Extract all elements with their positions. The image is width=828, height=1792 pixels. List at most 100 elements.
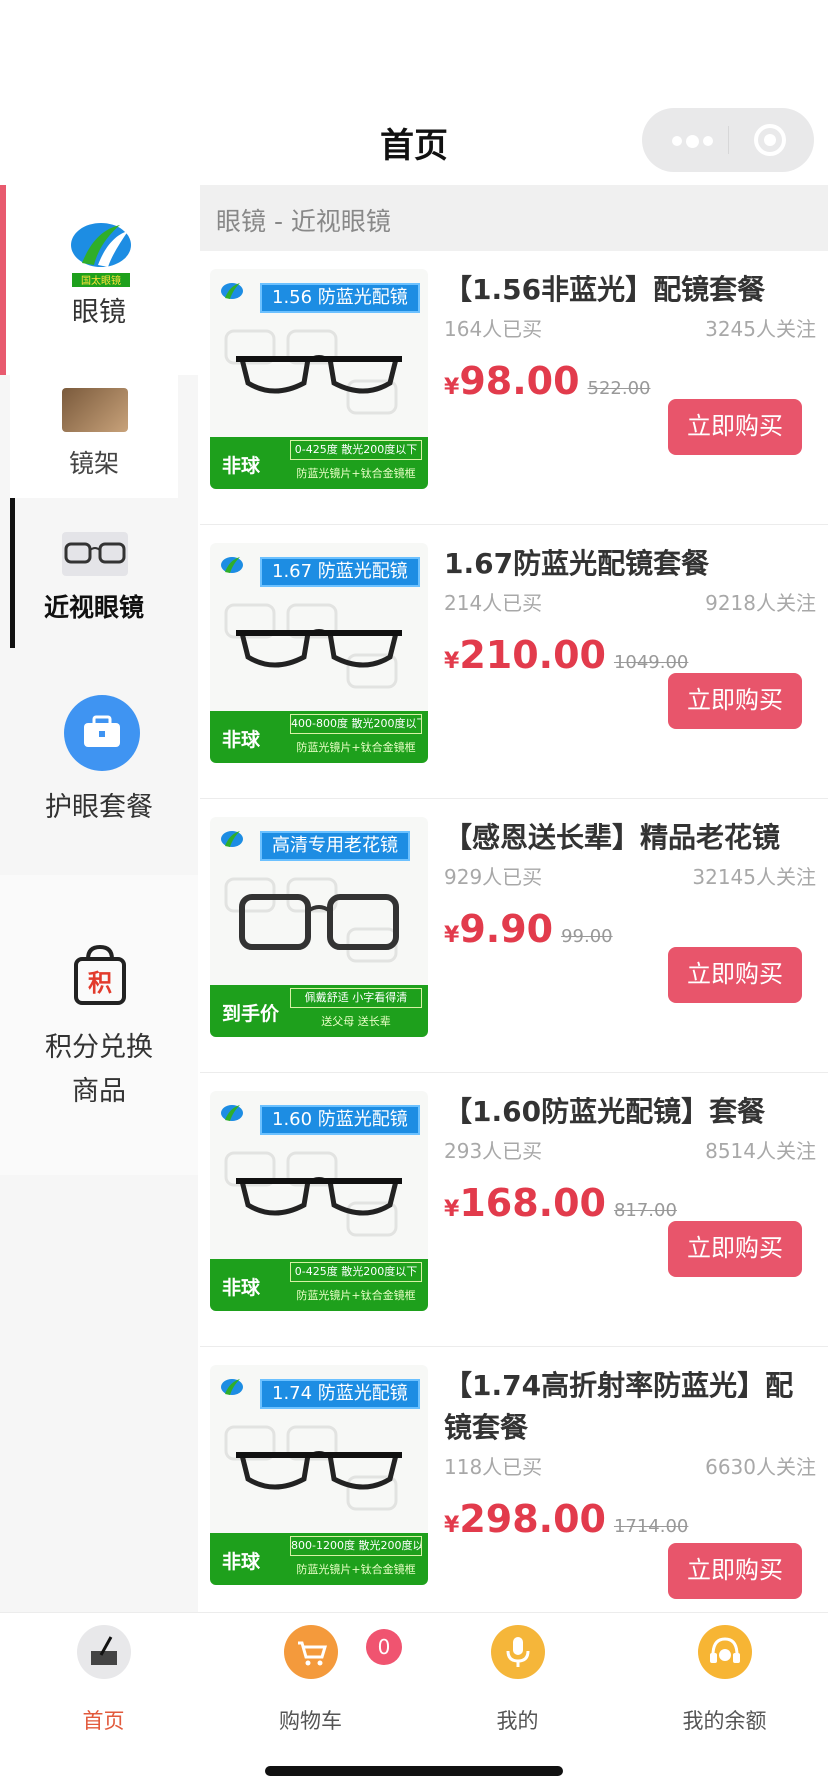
sidebar-item-frames[interactable]: 镜架 — [10, 348, 178, 498]
product-card[interactable]: 1.67 防蓝光配镜 非球 400-800度 散光200度以下 防蓝光镜片+钛合… — [200, 525, 828, 799]
frames-thumbnail — [62, 388, 128, 432]
product-sold-count: 214人已买 — [444, 591, 543, 615]
sidebar-label-points-line2: 商品 — [72, 1076, 126, 1107]
category-sidebar: 国太眼镜 眼镜 镜架 近视眼镜 护眼套餐 积 积分兑换 商品 — [0, 185, 198, 1612]
sidebar-label-points-line1: 积分兑换 — [45, 1032, 153, 1063]
home-indicator — [265, 1766, 563, 1776]
sidebar-item-myopia-glasses[interactable]: 近视眼镜 — [10, 498, 178, 648]
sidebar-label-care-package: 护眼套餐 — [45, 792, 153, 823]
product-image-badge: 高清专用老花镜 — [260, 831, 410, 861]
navigation-bar: 首页 — [0, 0, 828, 185]
product-sold-count: 164人已买 — [444, 317, 543, 341]
product-image-stripe-tag: 非球 — [222, 455, 261, 477]
buy-now-button[interactable]: 立即购买 — [668, 947, 802, 1003]
product-title[interactable]: 【1.60防蓝光配镜】套餐 — [444, 1091, 820, 1133]
toolbox-icon — [64, 695, 140, 771]
currency-symbol: ¥ — [444, 1513, 460, 1538]
mini-program-capsule[interactable] — [642, 108, 814, 172]
product-title[interactable]: 1.67防蓝光配镜套餐 — [444, 543, 820, 585]
myopia-glasses-thumbnail — [62, 532, 128, 576]
product-follow-count: 8514人关注 — [705, 1139, 816, 1163]
tab-mine[interactable]: 我的 — [414, 1625, 621, 1735]
product-image-stripe-tag: 到手价 — [222, 1003, 280, 1025]
product-image-stripe-feature: 防蓝光镜片+钛合金镜框 — [296, 1563, 416, 1576]
product-card[interactable]: 1.56 防蓝光配镜 非球 0-425度 散光200度以下 防蓝光镜片+钛合金镜… — [200, 251, 828, 525]
product-sold-count: 118人已买 — [444, 1455, 543, 1479]
product-original-price: 522.00 — [587, 378, 651, 399]
product-card[interactable]: 1.74 防蓝光配镜 非球 800-1200度 散光200度以下 防蓝光镜片+钛… — [200, 1347, 828, 1612]
product-image-stripe-range: 400-800度 散光200度以下 — [290, 714, 422, 734]
product-follow-count: 3245人关注 — [705, 317, 816, 341]
tab-mine-label: 我的 — [496, 1709, 539, 1733]
active-indicator — [0, 185, 6, 375]
product-image-stripe-tag: 非球 — [222, 1277, 261, 1299]
tab-cart-label: 购物车 — [279, 1709, 342, 1733]
active-indicator — [10, 498, 15, 648]
product-image[interactable]: 1.67 防蓝光配镜 非球 400-800度 散光200度以下 防蓝光镜片+钛合… — [210, 543, 428, 763]
product-sold-count: 293人已买 — [444, 1139, 543, 1163]
close-miniprogram-icon[interactable] — [754, 124, 786, 156]
product-sold-count: 929人已买 — [444, 865, 543, 889]
mic-icon — [491, 1625, 545, 1679]
buy-now-button[interactable]: 立即购买 — [668, 1221, 802, 1277]
product-image-stripe-range: 800-1200度 散光200度以下 — [290, 1536, 422, 1556]
buy-now-button[interactable]: 立即购买 — [668, 1543, 802, 1599]
tab-home[interactable]: 首页 — [0, 1625, 207, 1735]
product-image-stripe-feature: 送父母 送长辈 — [321, 1015, 391, 1028]
product-image-stripe-range: 0-425度 散光200度以下 — [290, 1262, 422, 1282]
product-image[interactable]: 1.56 防蓝光配镜 非球 0-425度 散光200度以下 防蓝光镜片+钛合金镜… — [210, 269, 428, 489]
capsule-divider — [728, 126, 729, 154]
product-original-price: 817.00 — [613, 1200, 677, 1221]
cart-icon — [284, 1625, 338, 1679]
sidebar-item-points-exchange[interactable]: 积 积分兑换 商品 — [0, 875, 198, 1175]
product-image[interactable]: 1.60 防蓝光配镜 非球 0-425度 散光200度以下 防蓝光镜片+钛合金镜… — [210, 1091, 428, 1311]
bottom-tab-bar: 首页 购物车 0 我的 我的余额 — [0, 1612, 828, 1792]
product-image-stripe-feature: 防蓝光镜片+钛合金镜框 — [296, 741, 416, 754]
product-original-price: 1714.00 — [613, 1516, 689, 1537]
tab-balance-label: 我的余额 — [682, 1709, 767, 1733]
product-image-stripe-range: 佩戴舒适 小字看得清 — [290, 988, 422, 1008]
product-card[interactable]: 高清专用老花镜 到手价 佩戴舒适 小字看得清 送父母 送长辈 【感恩送长辈】精品… — [200, 799, 828, 1073]
product-image-stripe-range: 0-425度 散光200度以下 — [290, 440, 422, 460]
product-title[interactable]: 【感恩送长辈】精品老花镜 — [444, 817, 820, 859]
more-icon[interactable] — [672, 135, 714, 148]
product-price: ¥9.90 99.00 — [444, 907, 613, 951]
brand-logo-icon — [221, 1105, 243, 1121]
product-image-badge: 1.74 防蓝光配镜 — [260, 1379, 420, 1409]
product-image-stripe-feature: 防蓝光镜片+钛合金镜框 — [296, 467, 416, 480]
brand-logo-icon — [221, 1379, 243, 1395]
currency-symbol: ¥ — [444, 649, 460, 674]
sidebar-label-myopia-glasses: 近视眼镜 — [43, 593, 144, 622]
buy-now-button[interactable]: 立即购买 — [668, 673, 802, 729]
tab-balance[interactable]: 我的余额 — [621, 1625, 828, 1735]
product-price-value: 98.00 — [459, 359, 580, 403]
product-image[interactable]: 高清专用老花镜 到手价 佩戴舒适 小字看得清 送父母 送长辈 — [210, 817, 428, 1037]
sidebar-label-glasses: 眼镜 — [72, 297, 126, 328]
cart-count-badge: 0 — [366, 1629, 402, 1665]
buy-now-button[interactable]: 立即购买 — [668, 399, 802, 455]
product-image-stripe-tag: 非球 — [222, 729, 261, 751]
product-image-stripe-feature: 防蓝光镜片+钛合金镜框 — [296, 1289, 416, 1302]
product-image[interactable]: 1.74 防蓝光配镜 非球 800-1200度 散光200度以下 防蓝光镜片+钛… — [210, 1365, 428, 1585]
product-title[interactable]: 【1.56非蓝光】配镜套餐 — [444, 269, 820, 311]
product-original-price: 1049.00 — [613, 652, 689, 673]
product-price: ¥98.00 522.00 — [444, 359, 651, 403]
product-price-value: 168.00 — [459, 1181, 606, 1225]
product-image-stripe: 到手价 佩戴舒适 小字看得清 送父母 送长辈 — [210, 985, 428, 1037]
product-title[interactable]: 【1.74高折射率防蓝光】配镜套餐 — [444, 1365, 820, 1449]
product-price-value: 298.00 — [459, 1497, 606, 1541]
product-follow-count: 32145人关注 — [692, 865, 816, 889]
product-price-value: 9.90 — [459, 907, 554, 951]
sidebar-item-glasses[interactable]: 国太眼镜 眼镜 — [0, 185, 198, 375]
product-card[interactable]: 1.60 防蓝光配镜 非球 0-425度 散光200度以下 防蓝光镜片+钛合金镜… — [200, 1073, 828, 1347]
sidebar-item-care-package[interactable]: 护眼套餐 — [0, 675, 198, 875]
brand-logo-icon — [221, 557, 243, 573]
product-price: ¥168.00 817.00 — [444, 1181, 677, 1225]
product-image-stripe: 非球 400-800度 散光200度以下 防蓝光镜片+钛合金镜框 — [210, 711, 428, 763]
product-image-stripe-tag: 非球 — [222, 1551, 261, 1573]
product-price: ¥298.00 1714.00 — [444, 1497, 688, 1541]
product-image-badge: 1.56 防蓝光配镜 — [260, 283, 420, 313]
currency-symbol: ¥ — [444, 375, 460, 400]
product-price-value: 210.00 — [459, 633, 606, 677]
product-list[interactable]: 1.56 防蓝光配镜 非球 0-425度 散光200度以下 防蓝光镜片+钛合金镜… — [200, 251, 828, 1612]
